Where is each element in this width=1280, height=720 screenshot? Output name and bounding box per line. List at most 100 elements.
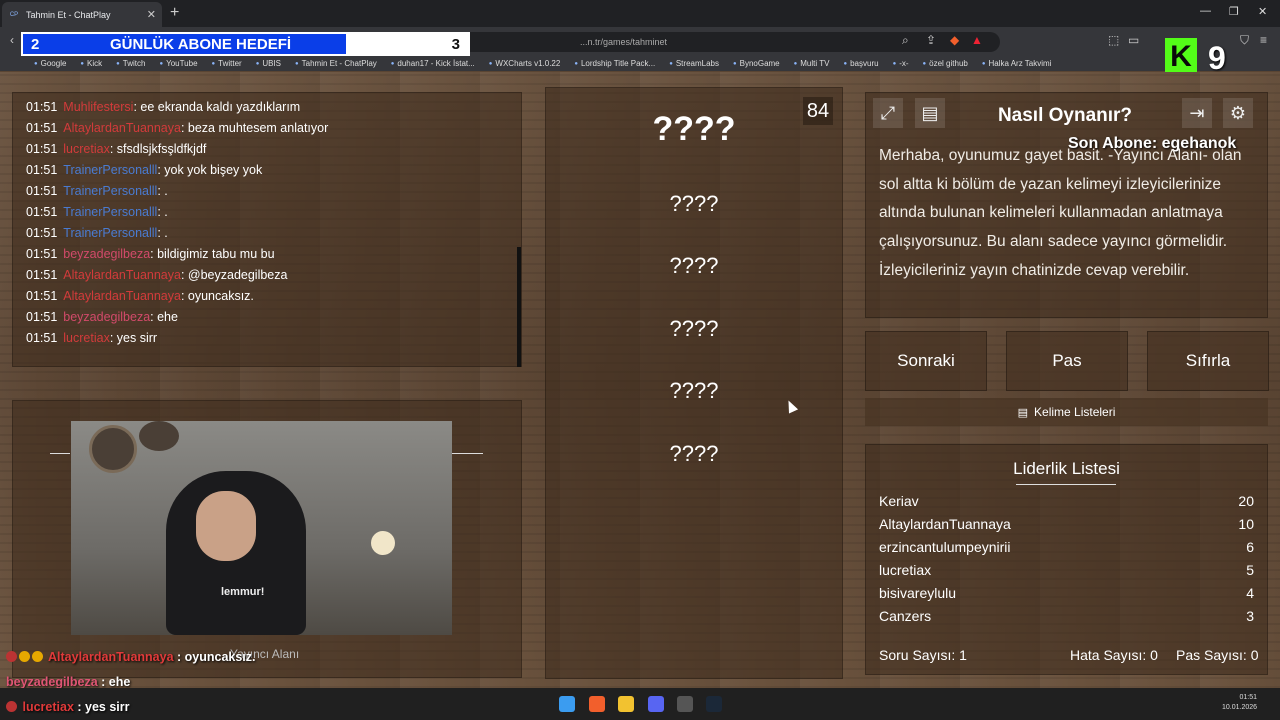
chat-username[interactable]: TrainerPersonalll — [63, 184, 157, 198]
kick-logo: K — [1165, 38, 1197, 76]
settings-gear-icon[interactable]: ⚙ — [1223, 98, 1253, 128]
chat-username[interactable]: AltaylardanTuannaya — [63, 268, 181, 282]
player-score: 10 — [1238, 516, 1254, 532]
player-score: 5 — [1246, 562, 1254, 578]
notes-icon[interactable]: ▤ — [915, 98, 945, 128]
leaderboard-row: Canzers 3 — [879, 608, 1254, 624]
badge-icon — [6, 651, 17, 662]
file-explorer-icon[interactable] — [618, 696, 634, 712]
list-icon: ▤ — [1017, 406, 1029, 419]
chat-message: 01:51 AltaylardanTuannaya: oyuncaksız. — [26, 289, 254, 303]
bookmark-item[interactable]: özel github — [923, 59, 968, 68]
overlay-chat-line: beyzadegilbeza : ehe — [6, 675, 130, 689]
chat-message: 01:51 lucretiax: sfsdlsjkfsşldfkjdf — [26, 142, 206, 156]
chat-text: : yok yok bişey yok — [157, 163, 263, 177]
chat-message: 01:51 TrainerPersonalll: . — [26, 184, 168, 198]
chat-username[interactable]: TrainerPersonalll — [63, 205, 157, 219]
leaderboard-row: AltaylardanTuannaya 10 — [879, 516, 1254, 532]
tab-title: Tahmin Et - ChatPlay — [26, 9, 111, 20]
word-lists-button[interactable]: ▤ Kelime Listeleri — [865, 398, 1268, 426]
chat-message: 01:51 TrainerPersonalll: . — [26, 226, 168, 240]
shirt-text: lemmur! — [221, 586, 265, 598]
goal-label: GÜNLÜK ABONE HEDEFİ — [109, 35, 292, 53]
chat-username[interactable]: TrainerPersonalll — [63, 163, 157, 177]
bookmark-item[interactable]: -x- — [893, 59, 908, 68]
player-score: 6 — [1246, 539, 1254, 555]
chat-username[interactable]: lucretiax — [63, 142, 110, 156]
chat-text: : sfsdlsjkfsşldfkjdf — [109, 142, 207, 156]
bookmark-item[interactable]: StreamLabs — [669, 59, 719, 68]
bookmark-item[interactable]: Multi TV — [794, 59, 829, 68]
bookmark-item[interactable]: Google — [34, 59, 67, 68]
bookmark-item[interactable]: WXCharts v1.0.22 — [489, 59, 560, 68]
bookmark-item[interactable]: Tahmin Et - ChatPlay — [295, 59, 377, 68]
chat-message: 01:51 Muhlifestersi: ee ekranda kaldı yaz… — [26, 100, 300, 114]
new-tab-icon[interactable]: + — [170, 4, 179, 22]
overlay-chat-user: beyzadegilbeza — [6, 675, 98, 689]
tab-close-icon[interactable]: ✕ — [147, 8, 156, 21]
chat-text: : ee ekranda kaldı yazdıklarım — [133, 100, 301, 114]
overlay-chat-line: lucretiax : yes sirr — [6, 700, 130, 714]
pass-button[interactable]: Pas — [1006, 331, 1128, 391]
minimize-icon[interactable]: — — [1200, 5, 1211, 17]
player-score: 4 — [1246, 585, 1254, 601]
overlay-chat-msg: : oyuncaksız. — [173, 650, 256, 664]
leaderboard-row: erzincantulumpeynirii 6 — [879, 539, 1254, 555]
fullscreen-icon[interactable]: ⤢ — [873, 98, 903, 128]
discord-icon[interactable] — [648, 696, 664, 712]
chat-username[interactable]: beyzadegilbeza — [63, 310, 150, 324]
chat-username[interactable]: AltaylardanTuannaya — [63, 121, 181, 135]
chat-text: : . — [157, 205, 168, 219]
chat-message: 01:51 lucretiax: yes sirr — [26, 331, 157, 345]
obs-icon[interactable] — [677, 696, 693, 712]
bookmark-item[interactable]: başvuru — [843, 59, 878, 68]
bookmark-item[interactable]: Lordship Title Pack... — [574, 59, 655, 68]
chat-scrollbar[interactable] — [517, 247, 521, 367]
brave-icon[interactable] — [589, 696, 605, 712]
bookmark-item[interactable]: BynoGame — [733, 59, 780, 68]
bookmark-item[interactable]: UBIS — [256, 59, 281, 68]
start-icon[interactable] — [559, 696, 575, 712]
sidebar-icon[interactable]: ▭ — [1128, 33, 1139, 47]
bookmark-item[interactable]: duhan17 - Kick İstat... — [391, 59, 474, 68]
chat-text: : . — [157, 184, 168, 198]
brave-shield-icon[interactable]: ◆ — [950, 33, 959, 47]
bookmark-item[interactable]: Twitter — [212, 59, 242, 68]
chat-time: 01:51 — [26, 268, 58, 282]
chat-time: 01:51 — [26, 226, 58, 240]
browser-tab[interactable]: CP Tahmin Et - ChatPlay ✕ — [2, 2, 162, 27]
bookmark-item[interactable]: YouTube — [159, 59, 197, 68]
window-close-icon[interactable]: ✕ — [1258, 5, 1267, 18]
bookmark-item[interactable]: Kick — [80, 59, 102, 68]
chat-time: 01:51 — [26, 163, 58, 177]
chat-text: : oyuncaksız. — [180, 289, 254, 303]
word-lists-label: Kelime Listeleri — [1034, 405, 1116, 419]
chat-username[interactable]: Muhlifestersi — [63, 100, 133, 114]
chat-text: : ehe — [150, 310, 178, 324]
logout-icon[interactable]: ⇥ — [1182, 98, 1212, 128]
bookmark-item[interactable]: Twitch — [116, 59, 146, 68]
chat-username[interactable]: lucretiax — [63, 331, 110, 345]
leaderboard-row: bisivareylulu 4 — [879, 585, 1254, 601]
divider — [1016, 484, 1116, 485]
chat-username[interactable]: TrainerPersonalll — [63, 226, 157, 240]
menu-icon[interactable]: ≡ — [1260, 33, 1267, 47]
bookmark-item[interactable]: Halka Arz Takvimi — [982, 59, 1051, 68]
extensions-icon[interactable]: ⬚ — [1108, 33, 1119, 47]
brave-rewards-icon[interactable]: ▲ — [971, 33, 983, 47]
vpn-icon[interactable]: ⛉ — [1240, 33, 1249, 48]
share-icon[interactable]: ⇪ — [926, 33, 936, 47]
chat-username[interactable]: beyzadegilbeza — [63, 247, 150, 261]
next-button[interactable]: Sonraki — [865, 331, 987, 391]
reset-button[interactable]: Sıfırla — [1147, 331, 1269, 391]
player-name: erzincantulumpeynirii — [879, 539, 1011, 555]
chat-username[interactable]: AltaylardanTuannaya — [63, 289, 181, 303]
url-text: ...n.tr/games/tahminet — [580, 37, 668, 47]
wall-decor — [139, 421, 179, 451]
maximize-icon[interactable]: ❐ — [1229, 5, 1239, 18]
zoom-icon[interactable]: ⌕ — [902, 33, 909, 48]
steam-icon[interactable] — [706, 696, 722, 712]
chat-message: 01:51 beyzadegilbeza: bildigimiz tabu mu … — [26, 247, 275, 261]
rules-text: Merhaba, oyunumuz gayet basit. -Yayıncı … — [879, 147, 1242, 279]
back-icon[interactable]: ‹ — [10, 33, 14, 47]
